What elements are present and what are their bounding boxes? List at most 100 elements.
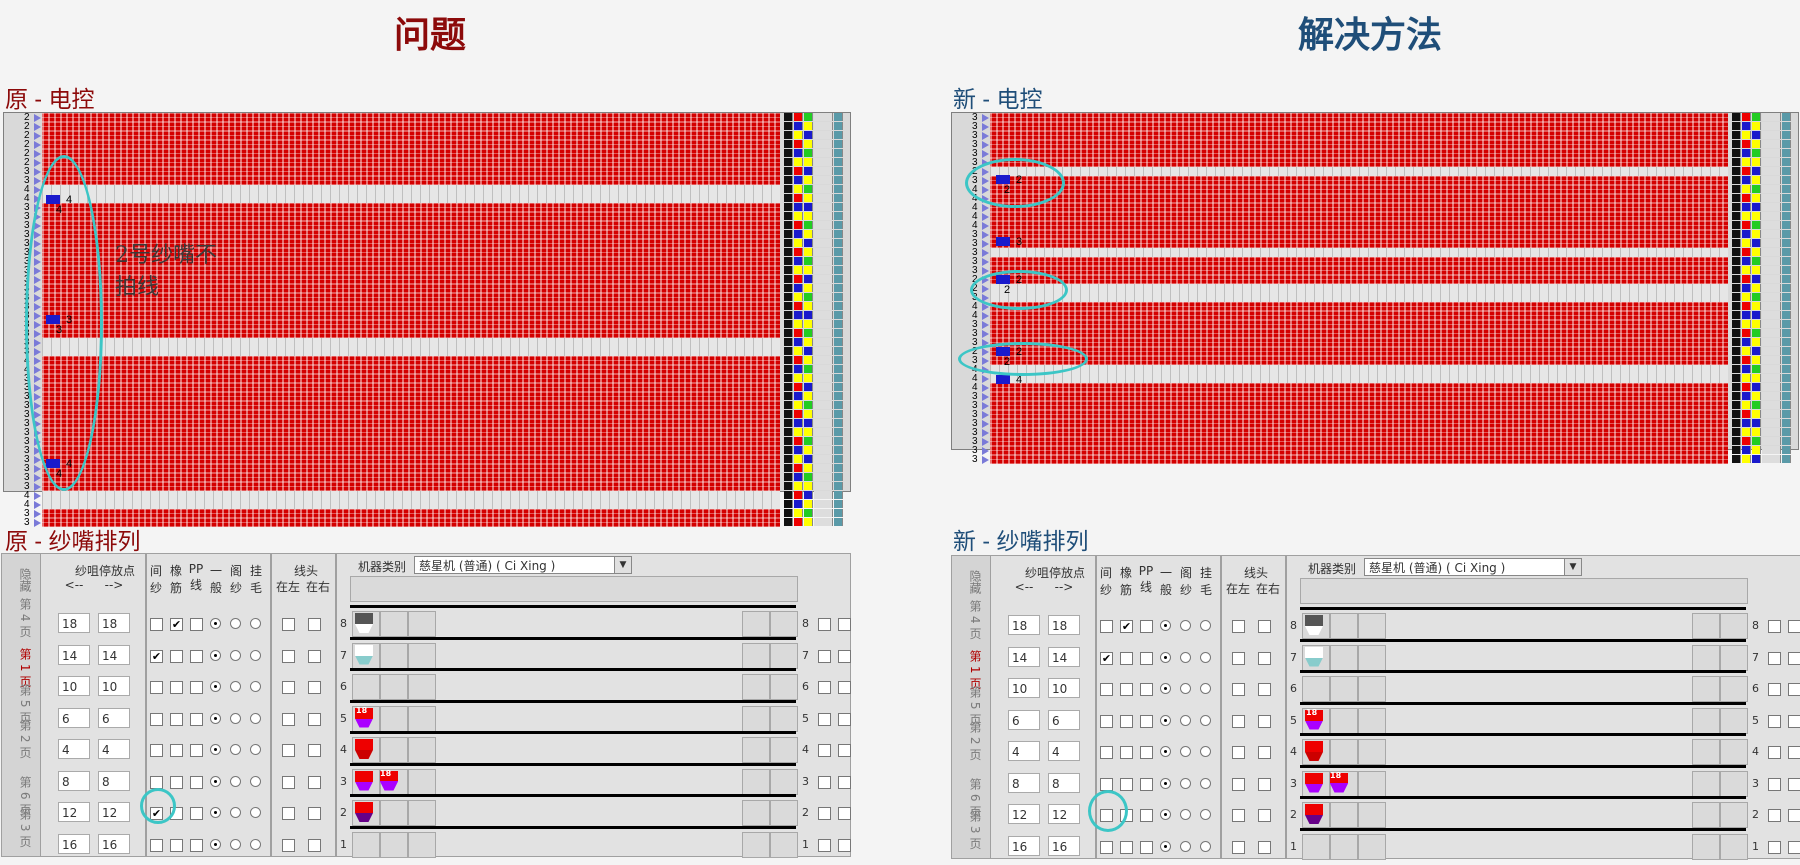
feeder-slot[interactable] [408, 800, 436, 826]
feeder-slot[interactable] [380, 800, 408, 826]
option-radio[interactable] [250, 649, 261, 661]
page-tab-active[interactable]: 第 1 页 [6, 648, 34, 687]
option-checkbox[interactable] [1140, 620, 1153, 633]
feeder-slot[interactable] [1692, 770, 1720, 797]
stop-point-right-input[interactable]: 4 [1048, 741, 1080, 761]
stop-point-right-input[interactable]: 18 [1048, 615, 1080, 635]
option-checkbox[interactable] [1788, 840, 1800, 854]
page-tab[interactable]: 第 5 页 [956, 686, 984, 725]
feeder-slot[interactable] [1330, 739, 1358, 765]
thread-head-checkbox[interactable] [308, 649, 321, 663]
option-radio[interactable] [250, 712, 261, 724]
option-checkbox[interactable] [1100, 620, 1113, 633]
option-checkbox[interactable] [838, 838, 851, 852]
option-checkbox[interactable] [838, 744, 851, 757]
option-checkbox[interactable] [190, 838, 203, 852]
option-radio[interactable] [210, 618, 221, 629]
option-radio[interactable] [210, 649, 221, 661]
feeder-slot[interactable] [742, 831, 770, 858]
feeder-slot[interactable] [1358, 613, 1386, 639]
option-checkbox[interactable]: ✔ [1100, 651, 1113, 665]
machine-type-select[interactable]: 慈星机 (普通) ( Ci Xing ) ▼ [1364, 558, 1582, 576]
option-checkbox[interactable] [1768, 714, 1781, 728]
option-checkbox[interactable] [170, 775, 183, 789]
thread-head-checkbox[interactable] [308, 807, 321, 820]
feeder-slot[interactable] [770, 642, 798, 669]
stop-point-right-input[interactable]: 18 [98, 613, 130, 633]
stop-point-left-input[interactable]: 12 [1008, 804, 1040, 824]
option-checkbox[interactable] [838, 712, 851, 726]
feeder-slot[interactable] [1720, 707, 1748, 734]
option-checkbox[interactable] [818, 681, 831, 694]
option-checkbox[interactable] [190, 618, 203, 631]
option-checkbox[interactable] [1120, 840, 1133, 854]
feeder-slot[interactable] [352, 831, 380, 858]
thread-head-checkbox[interactable] [1232, 651, 1245, 665]
option-checkbox[interactable] [190, 775, 203, 789]
option-checkbox[interactable] [170, 744, 183, 757]
stop-point-left-input[interactable]: 4 [58, 739, 90, 759]
option-radio[interactable] [1160, 777, 1171, 789]
feeder-slot[interactable] [1692, 833, 1720, 860]
feeder-slot[interactable] [1720, 770, 1748, 797]
option-checkbox[interactable] [1768, 777, 1781, 791]
thread-head-checkbox[interactable] [1258, 683, 1271, 696]
option-checkbox[interactable] [1788, 714, 1800, 728]
feeder-slot[interactable] [770, 705, 798, 732]
option-checkbox[interactable] [150, 712, 163, 726]
page-tab[interactable]: 第 4 页 [956, 600, 984, 639]
thread-head-checkbox[interactable] [1258, 809, 1271, 822]
feeder-slot[interactable] [1358, 676, 1386, 702]
option-checkbox[interactable] [818, 712, 831, 726]
option-checkbox[interactable] [1768, 809, 1781, 822]
stop-point-left-input[interactable]: 14 [58, 644, 90, 665]
option-checkbox[interactable]: ✔ [150, 649, 163, 663]
stop-point-right-input[interactable]: 8 [98, 770, 130, 791]
option-radio[interactable] [1180, 714, 1191, 726]
page-tab[interactable]: 隐藏 [6, 568, 34, 592]
option-radio[interactable] [1160, 714, 1171, 726]
stop-point-right-input[interactable]: 10 [98, 676, 130, 696]
option-checkbox[interactable] [818, 618, 831, 631]
option-radio[interactable] [1160, 840, 1171, 852]
option-radio[interactable] [1160, 809, 1171, 820]
option-checkbox[interactable] [170, 838, 183, 852]
option-radio[interactable] [250, 807, 261, 818]
thread-head-checkbox[interactable] [282, 838, 295, 852]
feeder-slot[interactable] [352, 674, 380, 700]
option-checkbox[interactable] [838, 775, 851, 789]
feeder-slot[interactable] [1692, 707, 1720, 734]
option-checkbox[interactable] [1100, 777, 1113, 791]
feeder-slot[interactable] [1720, 644, 1748, 671]
stop-point-left-input[interactable]: 4 [1008, 741, 1040, 761]
thread-head-checkbox[interactable] [1232, 777, 1245, 791]
option-radio[interactable] [210, 744, 221, 755]
option-radio[interactable] [230, 618, 241, 629]
feeder-slot[interactable] [1692, 739, 1720, 765]
option-radio[interactable] [1160, 683, 1171, 694]
feeder-slot[interactable] [742, 800, 770, 826]
stop-point-right-input[interactable]: 10 [1048, 678, 1080, 698]
machine-type-select[interactable]: 慈星机 (普通) ( Ci Xing ) ▼ [414, 556, 632, 574]
stop-point-left-input[interactable]: 16 [58, 833, 90, 854]
option-checkbox[interactable] [818, 838, 831, 852]
feeder-slot[interactable] [1692, 802, 1720, 828]
option-checkbox[interactable] [1788, 620, 1800, 633]
thread-head-checkbox[interactable] [282, 649, 295, 663]
option-radio[interactable] [250, 744, 261, 755]
option-radio[interactable] [1180, 840, 1191, 852]
page-tab[interactable]: 第 2 页 [6, 719, 34, 758]
thread-head-checkbox[interactable] [308, 618, 321, 631]
feeder-slot[interactable] [770, 831, 798, 858]
option-checkbox[interactable] [1788, 651, 1800, 665]
option-radio[interactable] [1180, 746, 1191, 757]
option-checkbox[interactable] [838, 649, 851, 663]
option-radio[interactable] [1200, 714, 1211, 726]
option-checkbox[interactable] [1140, 840, 1153, 854]
feeder-slot[interactable] [1330, 707, 1358, 734]
feeder-slot[interactable] [380, 611, 408, 637]
stop-point-left-input[interactable]: 18 [58, 613, 90, 633]
thread-head-checkbox[interactable] [308, 712, 321, 726]
option-checkbox[interactable] [1788, 777, 1800, 791]
feeder-slot[interactable] [1358, 833, 1386, 860]
